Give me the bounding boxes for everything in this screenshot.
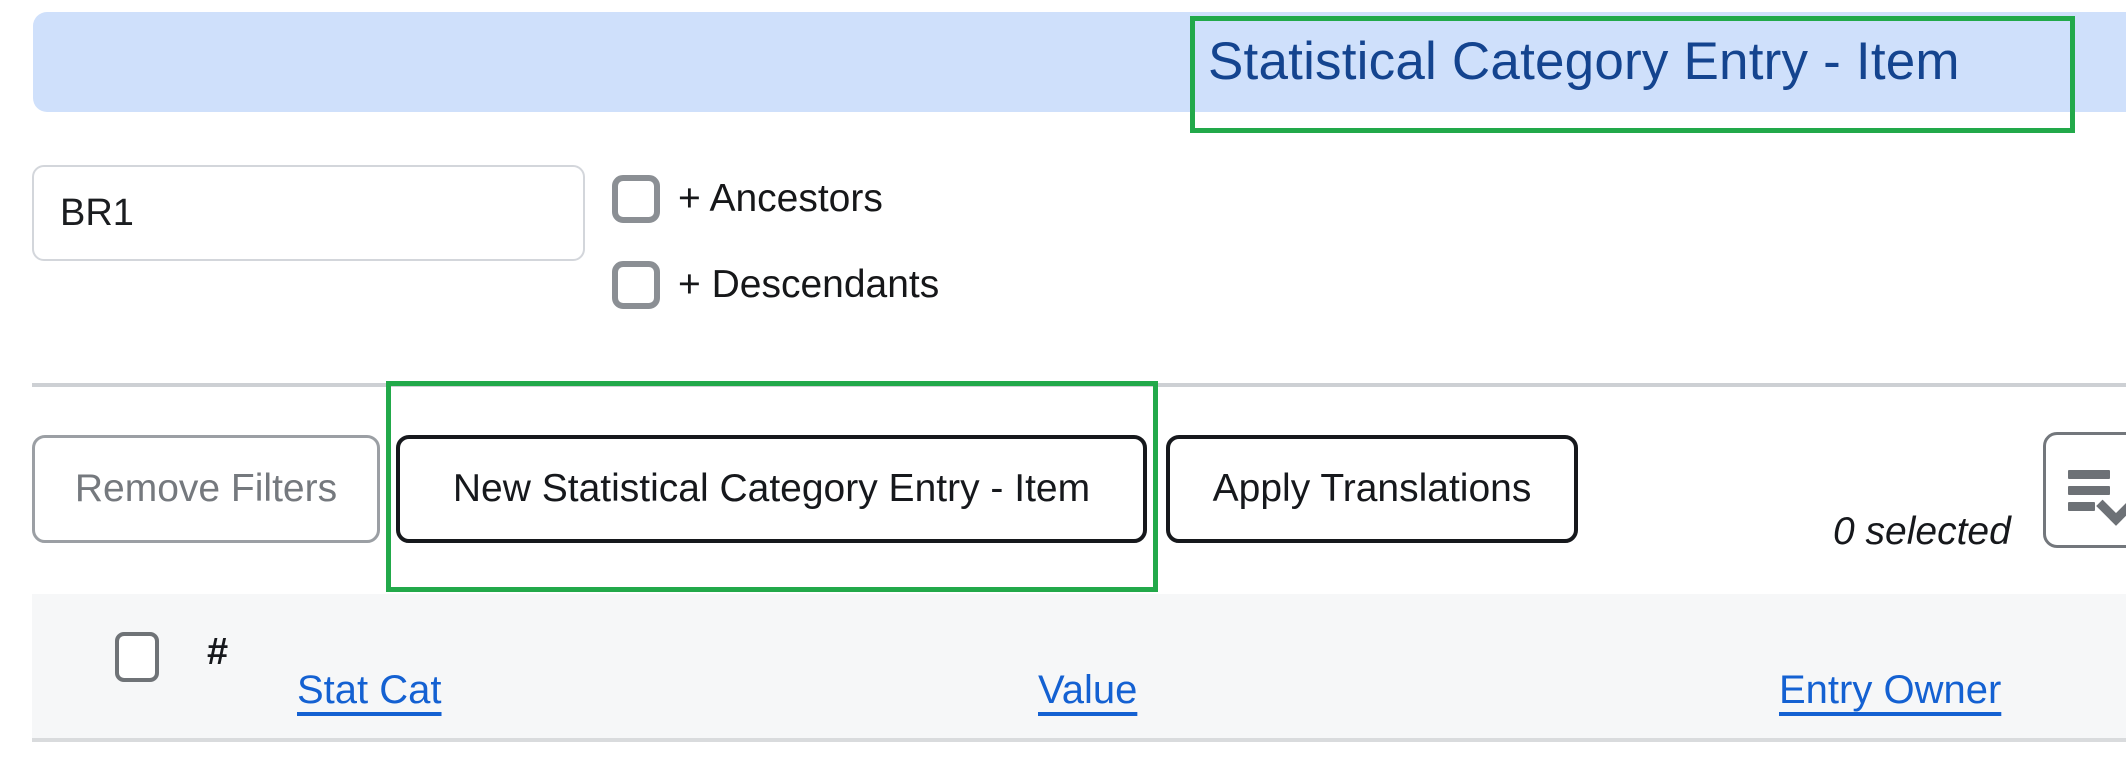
checkbox-label-ancestors: + Ancestors bbox=[678, 175, 883, 223]
checkbox-row-descendants[interactable]: + Descendants bbox=[612, 261, 939, 309]
select-all-checkbox[interactable] bbox=[115, 632, 159, 682]
search-input[interactable] bbox=[32, 165, 585, 261]
page-title: Statistical Category Entry - Item bbox=[1208, 12, 1960, 112]
apply-translations-button[interactable]: Apply Translations bbox=[1166, 435, 1578, 543]
checkbox-row-ancestors[interactable]: + Ancestors bbox=[612, 175, 883, 223]
remove-filters-button[interactable]: Remove Filters bbox=[32, 435, 380, 543]
selected-count-label: 0 selected bbox=[1833, 510, 2011, 554]
row-number-column-header: # bbox=[207, 622, 228, 682]
checkbox-label-descendants: + Descendants bbox=[678, 261, 939, 309]
table-header-row: # Stat Cat Value Entry Owner bbox=[32, 594, 2126, 742]
new-statistical-category-entry-item-button[interactable]: New Statistical Category Entry - Item bbox=[396, 435, 1147, 543]
column-header-stat-cat[interactable]: Stat Cat bbox=[297, 668, 442, 713]
list-chevron-down-icon bbox=[2068, 466, 2126, 514]
page-root: Statistical Category Entry - Item + Ance… bbox=[0, 0, 2126, 784]
column-header-entry-owner[interactable]: Entry Owner bbox=[1779, 668, 2001, 713]
checkbox-ancestors[interactable] bbox=[612, 175, 660, 223]
column-header-value[interactable]: Value bbox=[1038, 668, 1137, 713]
column-picker-button[interactable] bbox=[2043, 432, 2126, 548]
checkbox-descendants[interactable] bbox=[612, 261, 660, 309]
toolbar-divider bbox=[32, 383, 2126, 387]
